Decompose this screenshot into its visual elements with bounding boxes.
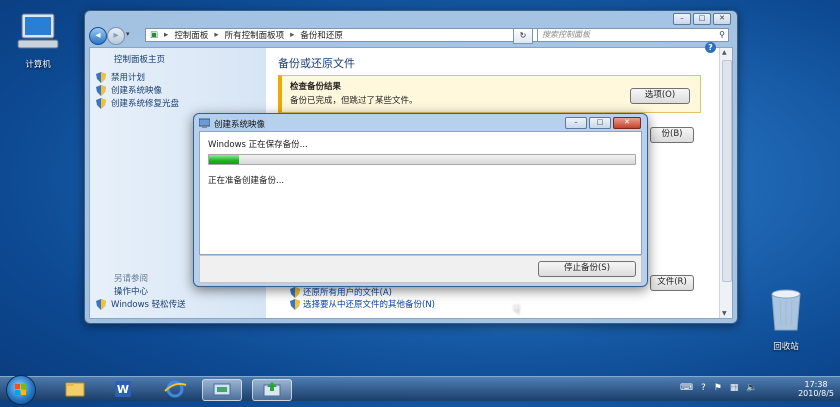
close-button[interactable]: ✕ <box>713 13 731 25</box>
system-tray: ⌨ ? ⚑ ▦ 🔈 <box>680 383 758 393</box>
search-input[interactable]: 搜索控制面板 ⚲ <box>537 28 729 42</box>
help-tray-icon[interactable]: ? <box>701 383 706 393</box>
dialog-footer: 停止备份(S) <box>199 255 642 283</box>
breadcrumb-separator-icon: ▸ <box>164 30 169 40</box>
left-pane-item-repair-disc[interactable]: 创建系统修复光盘 <box>96 97 179 109</box>
clock[interactable]: 17:38 2010/8/5 <box>798 380 834 398</box>
search-placeholder: 搜索控制面板 <box>542 30 590 39</box>
action-center-flag-icon[interactable]: ⚑ <box>714 383 722 393</box>
left-pane-item-label: Windows 轻松传送 <box>111 300 186 310</box>
control-panel-home-link[interactable]: 控制面板主页 <box>114 53 165 65</box>
left-pane-item-label: 创建系统映像 <box>111 86 163 96</box>
address-bar[interactable]: ▣ ▸ 控制面板 ▸ 所有控制面板项 ▸ 备份和还原 ▾ <box>145 28 551 42</box>
network-icon[interactable]: ▦ <box>730 383 739 393</box>
taskbar-ie-button[interactable] <box>156 379 194 399</box>
breadcrumb-item[interactable]: 所有控制面板项 <box>225 29 285 41</box>
breadcrumb-item[interactable]: 控制面板 <box>174 29 208 41</box>
close-button[interactable]: ✕ <box>613 117 641 129</box>
left-pane-item-label: 禁用计划 <box>111 73 146 83</box>
see-also-heading: 另请参阅 <box>114 274 149 284</box>
control-panel-icon: ▣ <box>150 30 159 40</box>
minimize-button[interactable]: – <box>673 13 691 25</box>
folder-icon <box>65 382 85 397</box>
scroll-up-icon[interactable]: ▲ <box>722 49 727 56</box>
taskbar-explorer-button[interactable] <box>56 379 94 399</box>
taskbar-control-panel-button[interactable] <box>202 379 242 401</box>
backup-progress-bar <box>208 154 636 165</box>
back-button[interactable]: ◂ <box>89 27 107 45</box>
taskbar-word-button[interactable]: W <box>104 379 142 399</box>
link-label: 还原所有用户的文件(A) <box>303 288 392 298</box>
clock-time: 17:38 <box>804 380 828 389</box>
desktop-icon-label: 计算机 <box>25 60 51 70</box>
start-button[interactable] <box>6 375 36 405</box>
clock-date: 2010/8/5 <box>798 389 834 398</box>
backup-status-text: Windows 正在保存备份... <box>208 140 308 150</box>
maximize-button[interactable]: □ <box>589 117 611 129</box>
vertical-scrollbar[interactable]: ▲ ▼ <box>719 48 732 318</box>
backup-icon <box>263 382 281 397</box>
shield-icon <box>290 286 300 298</box>
link-label: 选择要从中还原文件的其他备份(N) <box>303 300 435 310</box>
backup-detail-text: 正在准备创建备份... <box>208 176 285 186</box>
breadcrumb-separator-icon: ▸ <box>290 30 295 40</box>
backup-result-alert: 检查备份结果 备份已完成，但跳过了某些文件。 选项(O) <box>278 75 701 113</box>
select-other-backup-link[interactable]: 选择要从中还原文件的其他备份(N) <box>290 298 435 310</box>
history-dropdown-icon[interactable]: ▾ <box>126 30 130 38</box>
shield-icon <box>96 71 106 83</box>
restore-files-button[interactable]: 文件(R) <box>650 275 694 291</box>
window-controls: – □ ✕ <box>673 13 731 25</box>
see-also-windows-easy-transfer[interactable]: Windows 轻松传送 <box>96 298 186 310</box>
word-icon: W <box>115 381 131 397</box>
taskbar-backup-button[interactable] <box>252 379 292 401</box>
options-button[interactable]: 选项(O) <box>630 88 690 104</box>
left-pane-item-label: 创建系统修复光盘 <box>111 99 180 109</box>
stop-backup-button[interactable]: 停止备份(S) <box>538 261 636 277</box>
computer-icon <box>17 13 59 49</box>
help-icon[interactable]: ? <box>705 42 716 53</box>
refresh-button[interactable]: ↻ <box>513 28 533 44</box>
create-system-image-dialog: 创建系统映像 – □ ✕ Windows 正在保存备份... 正在准备创建备份.… <box>193 113 648 287</box>
restore-all-users-link[interactable]: 还原所有用户的文件(A) <box>290 286 392 298</box>
shield-icon <box>96 97 106 109</box>
language-icon[interactable]: ⌨ <box>680 383 693 393</box>
control-panel-icon <box>213 383 231 396</box>
internet-explorer-icon <box>164 380 187 398</box>
left-pane-item-disable-schedule[interactable]: 禁用计划 <box>96 71 145 83</box>
mouse-cursor-icon: ☟ <box>513 303 521 317</box>
taskbar: W ⌨ ? ⚑ ▦ 🔈 17:38 2010/8/5 <box>0 375 840 405</box>
see-also-action-center[interactable]: 操作中心 <box>114 285 148 297</box>
shield-icon <box>96 84 106 96</box>
alert-title: 检查备份结果 <box>290 82 342 92</box>
minimize-button[interactable]: – <box>565 117 587 129</box>
alert-message: 备份已完成，但跳过了某些文件。 <box>290 96 418 106</box>
maximize-button[interactable]: □ <box>693 13 711 25</box>
system-image-icon <box>199 118 210 128</box>
desktop-icon-computer[interactable]: 计算机 <box>8 12 68 70</box>
svg-text:W: W <box>117 383 129 396</box>
recycle-bin-icon <box>771 289 801 331</box>
breadcrumb-separator-icon: ▸ <box>214 30 219 40</box>
left-pane-item-create-image[interactable]: 创建系统映像 <box>96 84 162 96</box>
forward-button[interactable]: ▸ <box>107 27 125 45</box>
search-icon[interactable]: ⚲ <box>719 29 725 41</box>
shield-icon <box>290 298 300 310</box>
navigation-bar: ◂ ▸ ▾ ▣ ▸ 控制面板 ▸ 所有控制面板项 ▸ 备份和还原 ▾ ↻ 搜索控… <box>89 27 733 45</box>
backup-now-button[interactable]: 份(B) <box>650 127 694 143</box>
breadcrumb-item[interactable]: 备份和还原 <box>300 29 343 41</box>
dialog-title: 创建系统映像 <box>214 120 266 130</box>
dialog-window-controls: – □ ✕ <box>565 117 641 129</box>
desktop-icon-label: 回收站 <box>773 342 799 352</box>
volume-icon[interactable]: 🔈 <box>746 383 757 393</box>
shield-icon <box>96 298 106 310</box>
page-title: 备份或还原文件 <box>278 57 355 70</box>
scroll-down-icon[interactable]: ▼ <box>722 310 727 317</box>
progress-fill <box>209 155 239 164</box>
dialog-body: Windows 正在保存备份... 正在准备创建备份... <box>199 131 642 255</box>
scrollbar-thumb[interactable] <box>722 60 732 282</box>
desktop-icon-recycle-bin[interactable]: 回收站 <box>756 286 816 352</box>
